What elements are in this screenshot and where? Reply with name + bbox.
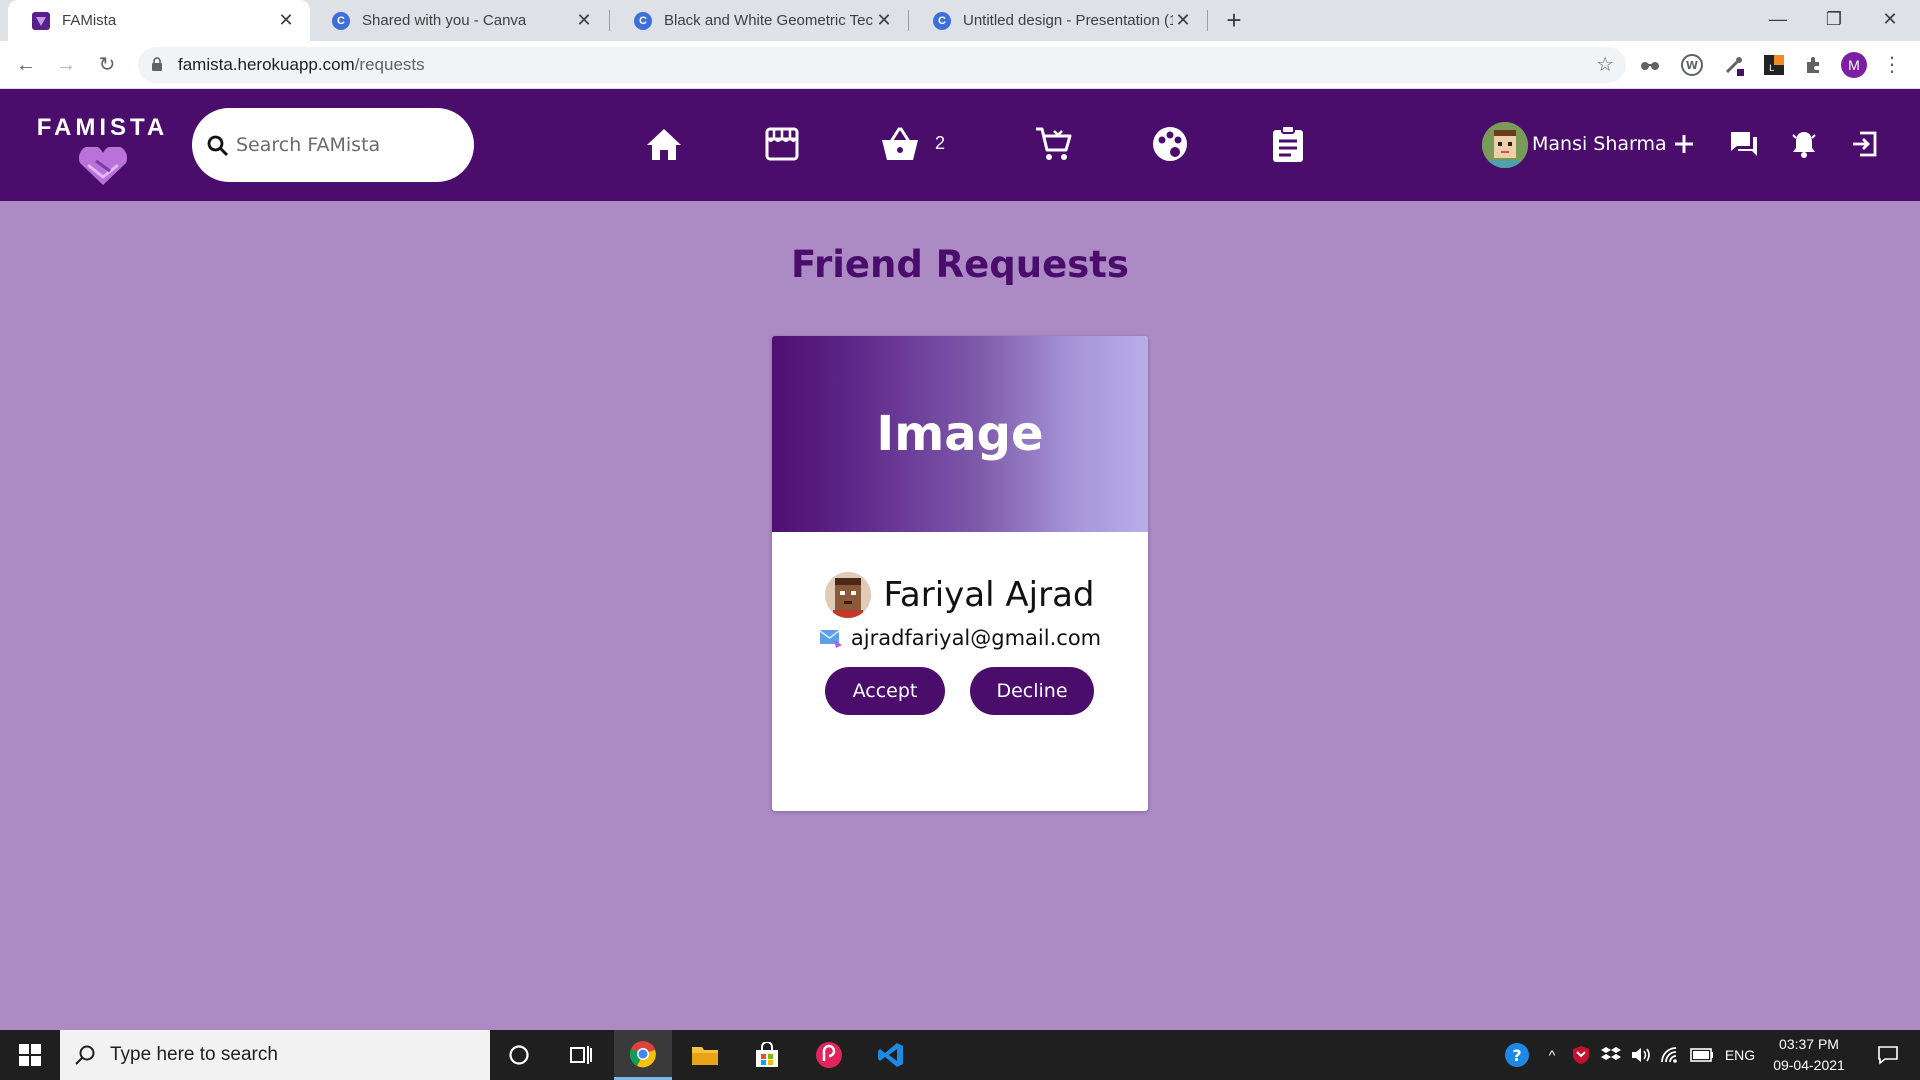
app-icon[interactable] (800, 1030, 858, 1080)
user-name[interactable]: Mansi Sharma (1532, 133, 1667, 155)
canva-favicon-icon: C (933, 11, 951, 30)
canva-favicon-icon: C (634, 11, 652, 30)
friend-email: ajradfariyal@gmail.com (772, 626, 1148, 650)
clock-date: 09-04-2021 (1773, 1057, 1845, 1073)
chat-icon[interactable] (1724, 124, 1764, 164)
tab-title: Black and White Geometric Techn (664, 12, 874, 29)
store-icon[interactable] (762, 124, 802, 164)
file-explorer-icon[interactable] (676, 1030, 734, 1080)
chrome-icon[interactable] (614, 1030, 672, 1080)
bell-icon[interactable] (1784, 124, 1824, 164)
taskbar-search-field[interactable]: Type here to search (60, 1030, 490, 1080)
restore-icon[interactable]: ❐ (1806, 0, 1862, 41)
basket-count: 2 (935, 133, 946, 153)
glasses-icon[interactable] (1638, 53, 1662, 77)
more-menu-icon[interactable]: ⋮ (1882, 41, 1902, 89)
tab-close-icon[interactable]: ✕ (874, 10, 894, 31)
eyedropper-icon[interactable] (1722, 53, 1746, 77)
browser-tab-strip: FAMista ✕ C Shared with you - Canva ✕ C … (0, 0, 1920, 41)
accept-button[interactable]: Accept (825, 667, 945, 715)
tab-canva-geometric[interactable]: C Black and White Geometric Techn ✕ (610, 0, 908, 41)
search-box[interactable] (192, 108, 474, 182)
canva-favicon-icon: C (332, 11, 350, 30)
search-input[interactable] (236, 126, 456, 164)
tab-famista[interactable]: FAMista ✕ (8, 0, 310, 41)
tab-title: FAMista (62, 12, 117, 29)
plus-icon[interactable] (1664, 124, 1704, 164)
clipboard-icon[interactable] (1268, 124, 1308, 164)
wordpress-icon[interactable]: W (1680, 53, 1704, 77)
task-view-icon[interactable] (552, 1030, 610, 1080)
mail-icon (819, 630, 842, 648)
tab-canva-shared[interactable]: C Shared with you - Canva ✕ (308, 0, 608, 41)
home-icon[interactable] (644, 124, 684, 164)
search-icon (207, 135, 229, 157)
forward-icon[interactable]: → (48, 47, 84, 83)
famista-logo[interactable]: FAMISTA (30, 114, 175, 186)
tab-separator (1207, 10, 1208, 31)
reload-icon[interactable]: ↻ (89, 47, 125, 83)
svg-text:W: W (1686, 59, 1698, 72)
notifications-icon[interactable] (1864, 1030, 1912, 1080)
wifi-icon[interactable] (1658, 1030, 1684, 1080)
banner-text: Image (876, 406, 1044, 462)
clock-time: 03:37 PM (1779, 1036, 1839, 1052)
url-field[interactable]: famista.herokuapp.com/requests ☆ (138, 47, 1626, 83)
tab-canva-untitled[interactable]: C Untitled design - Presentation (1 ✕ (909, 0, 1207, 41)
address-bar: ← → ↻ famista.herokuapp.com/requests ☆ W… (0, 41, 1920, 89)
page-title: Friend Requests (791, 243, 1129, 286)
tab-close-icon[interactable]: ✕ (1173, 10, 1193, 31)
new-tab-icon[interactable]: + (1218, 4, 1250, 36)
chevron-up-icon[interactable]: ^ (1540, 1030, 1564, 1080)
basket-icon[interactable] (880, 124, 920, 164)
tab-close-icon[interactable]: ✕ (574, 10, 594, 31)
tab-title: Untitled design - Presentation (1 (963, 12, 1173, 29)
vscode-icon[interactable] (862, 1030, 920, 1080)
tab-title: Shared with you - Canva (362, 12, 527, 29)
avatar[interactable] (1482, 122, 1528, 168)
tab-close-icon[interactable]: ✕ (276, 10, 296, 31)
palette-icon[interactable] (1150, 124, 1190, 164)
email-text: ajradfariyal@gmail.com (850, 626, 1102, 650)
system-clock[interactable]: 03:37 PM 09-04-2021 (1762, 1034, 1856, 1076)
windows-start-icon[interactable] (0, 1030, 60, 1080)
url-host: famista.herokuapp.com (178, 55, 355, 74)
bookmark-star-icon[interactable]: ☆ (1596, 47, 1614, 83)
handshake-heart-icon (78, 147, 128, 185)
lock-icon (152, 57, 162, 71)
back-icon[interactable]: ← (8, 47, 44, 83)
svg-text:?: ? (1512, 1046, 1521, 1065)
cart-icon[interactable] (1034, 124, 1074, 164)
mcafee-icon[interactable] (1568, 1030, 1594, 1080)
windows-taskbar: Type here to search ? ^ ENG 03:37 PM 09-… (0, 1030, 1920, 1080)
cortana-icon[interactable] (490, 1030, 548, 1080)
avatar[interactable] (825, 572, 872, 618)
svg-text:L: L (1769, 64, 1774, 74)
volume-icon[interactable] (1628, 1030, 1654, 1080)
taskbar-search-placeholder: Type here to search (110, 1044, 278, 1065)
puzzle-icon[interactable] (1802, 53, 1826, 77)
dropbox-icon[interactable] (1598, 1030, 1624, 1080)
profile-avatar[interactable]: M (1841, 52, 1867, 78)
url-path: /requests (354, 55, 425, 74)
minimize-icon[interactable]: — (1750, 0, 1806, 41)
language-indicator[interactable]: ENG (1720, 1030, 1760, 1080)
url-text: famista.herokuapp.com/requests (178, 47, 425, 83)
friend-request-card: Image Fariyal Ajrad ajradfariyal@gmail.c… (772, 336, 1148, 811)
friend-name: Fariyal Ajrad (883, 575, 1095, 615)
decline-button[interactable]: Decline (970, 667, 1094, 715)
app-navbar: FAMISTA 2 Mansi Sharma (0, 89, 1920, 201)
lh-icon[interactable]: L (1762, 53, 1786, 77)
search-icon (75, 1045, 95, 1065)
friend-info: Fariyal Ajrad (772, 572, 1148, 618)
battery-icon[interactable] (1688, 1030, 1716, 1080)
window-close-icon[interactable]: ✕ (1862, 0, 1918, 41)
help-icon[interactable]: ? (1502, 1030, 1532, 1080)
famista-favicon-icon (32, 11, 50, 30)
logout-icon[interactable] (1844, 124, 1884, 164)
card-image-banner: Image (772, 336, 1148, 532)
store-icon[interactable] (738, 1030, 796, 1080)
logo-text: FAMISTA (36, 114, 169, 141)
